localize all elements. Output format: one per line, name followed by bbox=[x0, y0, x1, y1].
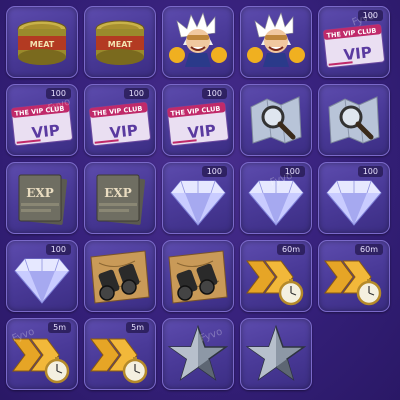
item-quantity: 100 bbox=[45, 88, 71, 99]
map-magnifier-item[interactable] bbox=[318, 84, 390, 156]
exp-label: EXP bbox=[26, 186, 53, 200]
diamond-item[interactable]: 100 bbox=[318, 162, 390, 234]
speedup-item[interactable]: 60m bbox=[240, 240, 312, 312]
vip-card-item[interactable]: THE VIP CLUB VIP 100 bbox=[318, 6, 390, 78]
speedup-item[interactable]: 5m bbox=[6, 318, 78, 390]
hero-item[interactable] bbox=[240, 6, 312, 78]
item-quantity: 100 bbox=[201, 88, 227, 99]
vip-label: VIP bbox=[109, 121, 139, 142]
map-magnifier-item[interactable] bbox=[240, 84, 312, 156]
map-magnifier-icon bbox=[328, 96, 380, 144]
item-quantity: 100 bbox=[123, 88, 149, 99]
vip-card-item[interactable]: THE VIP CLUB VIP 100 bbox=[84, 84, 156, 156]
binoculars-icon bbox=[90, 250, 150, 304]
diamond-item[interactable]: 100 bbox=[162, 162, 234, 234]
vip-label: VIP bbox=[343, 43, 373, 64]
item-quantity: 100 bbox=[357, 166, 383, 177]
meat-can-item[interactable]: MEAT bbox=[84, 6, 156, 78]
item-quantity: 5m bbox=[126, 322, 149, 333]
silver-star-icon bbox=[245, 324, 307, 381]
binoculars-icon bbox=[168, 250, 228, 304]
star-item[interactable] bbox=[162, 318, 234, 390]
reward-grid: MEAT MEAT THE VIP CLUB VIP 100 THE VIP C… bbox=[6, 6, 390, 390]
speedup-item[interactable]: 60m bbox=[318, 240, 390, 312]
vip-card-item[interactable]: THE VIP CLUB VIP 100 bbox=[162, 84, 234, 156]
item-quantity: 60m bbox=[355, 244, 383, 255]
binoculars-item[interactable] bbox=[162, 240, 234, 312]
meat-can-item[interactable]: MEAT bbox=[6, 6, 78, 78]
speedup-item[interactable]: 5m bbox=[84, 318, 156, 390]
vip-card-item[interactable]: THE VIP CLUB VIP 100 bbox=[6, 84, 78, 156]
item-quantity: 5m bbox=[48, 322, 71, 333]
item-quantity: 100 bbox=[45, 244, 71, 255]
item-quantity: 100 bbox=[279, 166, 305, 177]
vip-label: VIP bbox=[31, 121, 61, 142]
exp-book-item[interactable]: EXP bbox=[84, 162, 156, 234]
diamond-item[interactable]: 100 bbox=[6, 240, 78, 312]
hero-portrait-icon bbox=[247, 12, 305, 67]
item-quantity: 100 bbox=[357, 10, 383, 21]
item-quantity: 100 bbox=[201, 166, 227, 177]
star-item[interactable] bbox=[240, 318, 312, 390]
exp-book-icon: EXP bbox=[18, 174, 68, 225]
meat-can-label: MEAT bbox=[108, 40, 133, 49]
vip-label: VIP bbox=[187, 121, 217, 142]
exp-book-item[interactable]: EXP bbox=[6, 162, 78, 234]
diamond-item[interactable]: 100 bbox=[240, 162, 312, 234]
map-magnifier-icon bbox=[250, 96, 302, 144]
exp-book-icon: EXP bbox=[96, 174, 146, 225]
meat-can-label: MEAT bbox=[30, 40, 55, 49]
meat-can-icon: MEAT bbox=[17, 20, 67, 65]
binoculars-item[interactable] bbox=[84, 240, 156, 312]
silver-star-icon bbox=[167, 324, 229, 381]
hero-item[interactable] bbox=[162, 6, 234, 78]
meat-can-icon: MEAT bbox=[95, 20, 145, 65]
hero-portrait-icon bbox=[169, 12, 227, 67]
exp-label: EXP bbox=[104, 186, 131, 200]
item-quantity: 60m bbox=[277, 244, 305, 255]
